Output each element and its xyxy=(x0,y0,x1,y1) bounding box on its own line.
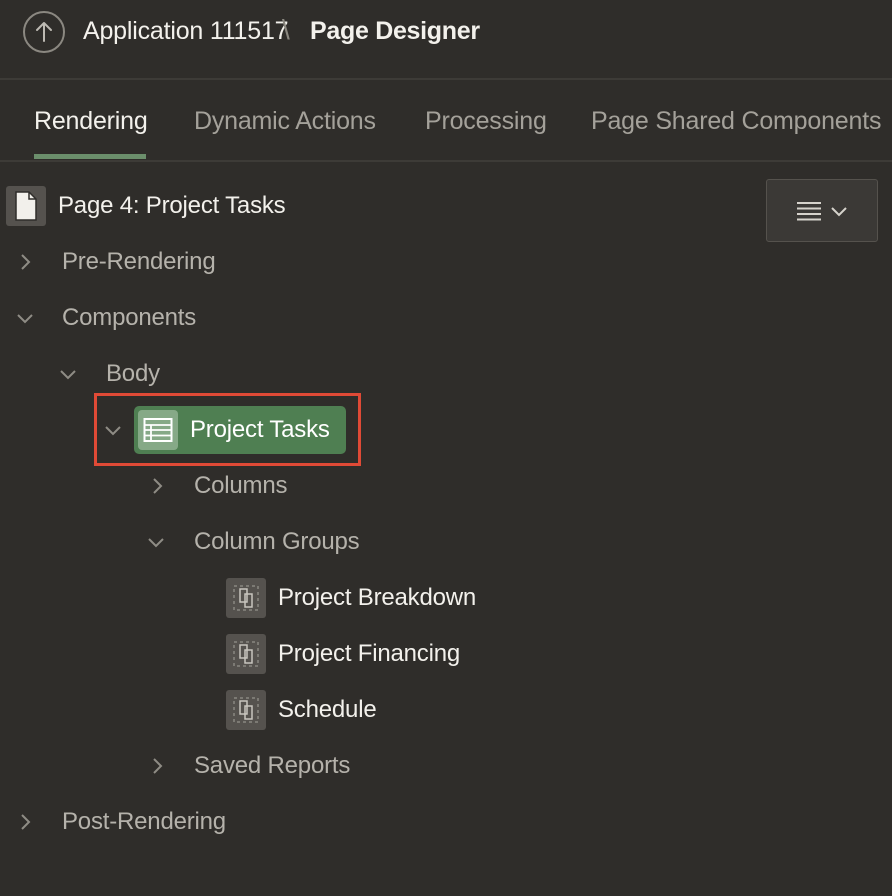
tab-rendering[interactable]: Rendering xyxy=(34,107,148,136)
chevron-right-icon[interactable] xyxy=(148,757,166,775)
tree-node-column-group[interactable]: Project Breakdown xyxy=(278,578,476,618)
tree-node-body[interactable]: Body xyxy=(106,354,160,394)
column-groups-label: Column Groups xyxy=(194,528,360,555)
column-group-icon xyxy=(226,634,266,674)
tree-node-post-rendering[interactable]: Post-Rendering xyxy=(62,802,226,842)
tree-node-column-groups[interactable]: Column Groups xyxy=(194,522,360,562)
active-tab-indicator xyxy=(34,154,146,159)
tree-node-pre-rendering[interactable]: Pre-Rendering xyxy=(62,242,216,282)
column-group-label: Project Breakdown xyxy=(278,584,477,611)
tab-dynamic-actions[interactable]: Dynamic Actions xyxy=(194,107,376,136)
navigate-up-button[interactable] xyxy=(23,11,65,53)
tree-node-page[interactable]: Page 4: Project Tasks xyxy=(58,186,286,226)
post-rendering-label: Post-Rendering xyxy=(62,808,226,835)
tab-processing[interactable]: Processing xyxy=(425,107,547,136)
column-group-label: Schedule xyxy=(278,696,377,723)
chevron-down-icon[interactable] xyxy=(147,533,165,551)
column-group-label: Project Financing xyxy=(278,640,461,667)
pre-rendering-label: Pre-Rendering xyxy=(62,248,216,275)
page-designer-title: Page Designer xyxy=(310,17,480,45)
chevron-right-icon[interactable] xyxy=(16,813,34,831)
chevron-down-icon[interactable] xyxy=(16,309,34,327)
tree-node-saved-reports[interactable]: Saved Reports xyxy=(194,746,350,786)
page-node-label: Page 4: Project Tasks xyxy=(58,192,286,219)
application-title[interactable]: Application 111517 xyxy=(83,17,289,46)
tree-node-components[interactable]: Components xyxy=(62,298,196,338)
breadcrumb-separator: \ xyxy=(282,14,290,45)
tab-page-shared-components[interactable]: Page Shared Components xyxy=(591,107,881,136)
tree-menu-button[interactable] xyxy=(766,179,878,242)
chevron-right-icon[interactable] xyxy=(16,253,34,271)
page-header: Application 111517 \ Page Designer xyxy=(0,0,892,80)
tree-node-column-group[interactable]: Project Financing xyxy=(278,634,460,674)
highlight-box xyxy=(94,393,361,466)
saved-reports-label: Saved Reports xyxy=(194,752,351,779)
tree-node-columns[interactable]: Columns xyxy=(194,466,288,506)
tree-node-column-group[interactable]: Schedule xyxy=(278,690,377,730)
hamburger-menu-icon xyxy=(797,201,821,220)
arrow-up-icon xyxy=(36,22,52,42)
column-group-icon xyxy=(226,690,266,730)
components-label: Components xyxy=(62,304,197,331)
page-icon xyxy=(6,186,46,226)
column-group-icon xyxy=(226,578,266,618)
body-label: Body xyxy=(106,360,160,387)
chevron-right-icon[interactable] xyxy=(148,477,166,495)
designer-tabs: Rendering Dynamic Actions Processing Pag… xyxy=(0,82,892,162)
chevron-down-icon[interactable] xyxy=(59,365,77,383)
columns-label: Columns xyxy=(194,472,288,499)
chevron-down-icon xyxy=(831,206,847,216)
